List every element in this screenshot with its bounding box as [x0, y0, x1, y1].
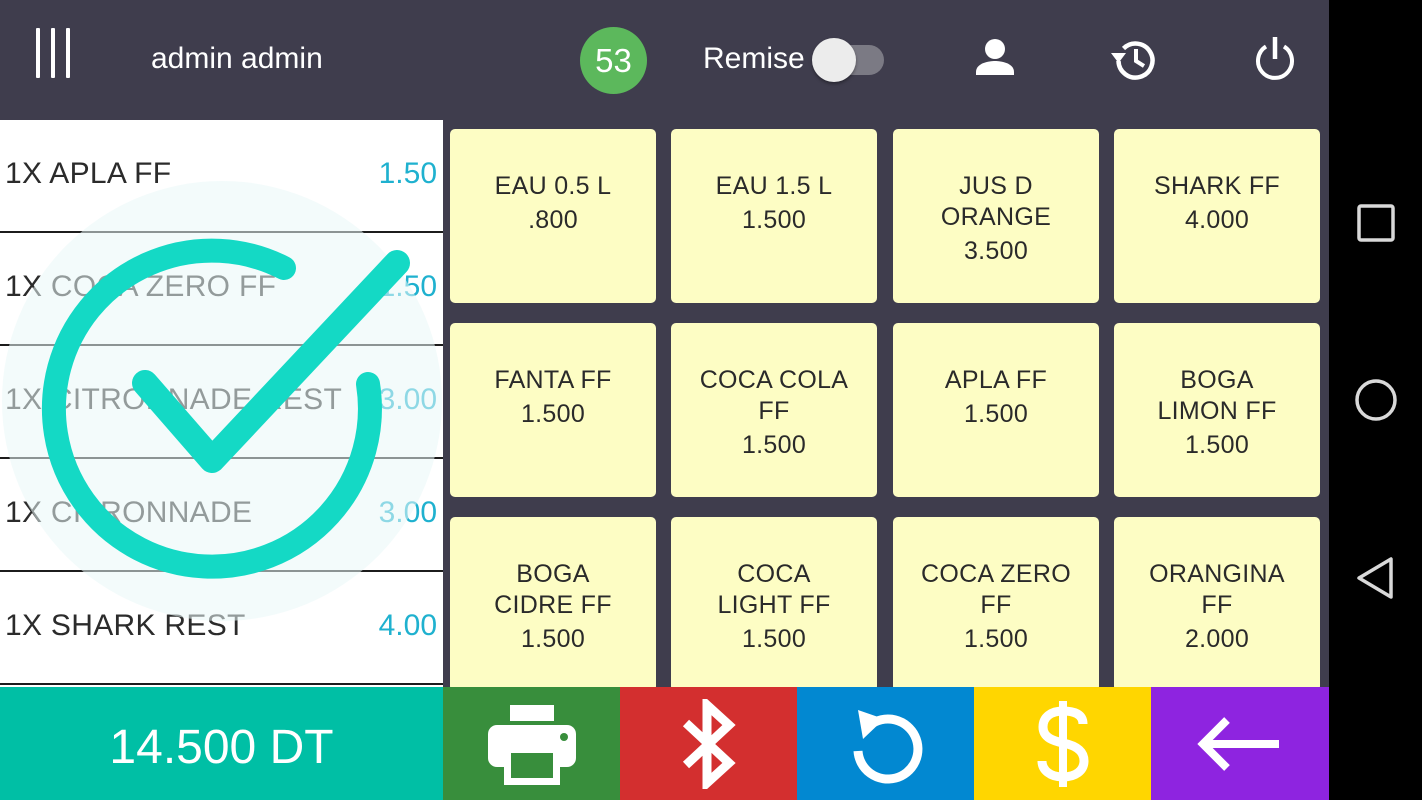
print-button[interactable] [443, 687, 620, 800]
product-name: COCA COLA FF [699, 366, 849, 425]
order-list: 1X APLA FF 1.50 1X COCA ZERO FF 1.50 1X … [0, 120, 443, 687]
product-price: 1.500 [520, 625, 586, 653]
arrow-left-icon [1197, 716, 1279, 771]
recents-button[interactable] [1351, 198, 1401, 248]
product-name: ORANGINA FF [1149, 560, 1285, 619]
power-icon [1256, 37, 1294, 80]
user-name: admin admin [151, 42, 323, 75]
refresh-button[interactable] [797, 687, 974, 800]
dollar-icon [1037, 700, 1089, 787]
history-icon [1111, 41, 1155, 80]
product-price: 1.500 [741, 625, 807, 653]
order-item-label: 1X APLA FF [5, 157, 172, 190]
pay-button[interactable] [974, 687, 1151, 800]
total-bar: 14.500 DT [0, 687, 443, 800]
product-tile[interactable]: EAU 1.5 L 1.500 [671, 129, 877, 303]
back-action-button[interactable] [1151, 687, 1329, 800]
printer-icon [487, 704, 576, 785]
total-amount: 14.500 DT [109, 721, 334, 774]
order-item[interactable]: 1X CITRONNADE REST 3.00 [0, 346, 443, 459]
product-price: 1.500 [741, 431, 807, 459]
remise-label: Remise [703, 42, 805, 75]
recents-icon [1357, 204, 1395, 242]
product-price: 1.500 [963, 625, 1029, 653]
product-tile[interactable]: SHARK FF 4.000 [1114, 129, 1320, 303]
product-name: EAU 1.5 L [715, 172, 833, 200]
pos-app: admin admin 53 Remise 1X APLA FF 1.50 1X… [0, 0, 1329, 800]
order-item-label: 1X COCA ZERO FF [5, 270, 277, 303]
product-price: 1.500 [741, 206, 807, 234]
product-tile[interactable]: ORANGINA FF 2.000 [1114, 517, 1320, 687]
profile-button[interactable] [965, 30, 1025, 90]
product-grid: EAU 0.5 L .800 EAU 1.5 L 1.500 JUS D ORA… [443, 120, 1329, 687]
product-name: APLA FF [944, 366, 1048, 394]
product-name: SHARK FF [1153, 172, 1281, 200]
product-tile[interactable]: EAU 0.5 L .800 [450, 129, 656, 303]
toggle-knob [812, 38, 856, 82]
product-price: 1.500 [963, 400, 1029, 428]
order-item-price: 3.00 [378, 496, 437, 529]
product-tile[interactable]: JUS D ORANGE 3.500 [893, 129, 1099, 303]
product-price: 4.000 [1184, 206, 1250, 234]
order-item-price: 3.00 [378, 383, 437, 416]
product-price: 1.500 [1184, 431, 1250, 459]
order-item-label: 1X SHARK REST [5, 609, 246, 642]
home-button[interactable] [1351, 375, 1401, 425]
top-bar: admin admin 53 Remise [0, 0, 1329, 120]
product-tile[interactable]: BOGA CIDRE FF 1.500 [450, 517, 656, 687]
bluetooth-icon [682, 698, 736, 789]
product-name: JUS D ORANGE [940, 172, 1052, 231]
person-icon [976, 39, 1014, 75]
power-button[interactable] [1245, 30, 1305, 90]
order-item-label: 1X CITRONNADE [5, 496, 253, 529]
system-back-button[interactable] [1351, 553, 1401, 603]
system-nav-bar [1329, 0, 1422, 800]
remise-toggle[interactable] [812, 37, 884, 83]
order-item[interactable]: 1X COCA ZERO FF 1.50 [0, 233, 443, 346]
product-name: BOGA CIDRE FF [494, 560, 612, 619]
product-tile[interactable]: BOGA LIMON FF 1.500 [1114, 323, 1320, 497]
product-tile[interactable]: FANTA FF 1.500 [450, 323, 656, 497]
order-item-price: 1.50 [378, 157, 437, 190]
order-count-badge: 53 [580, 27, 647, 94]
menu-button[interactable] [34, 28, 74, 80]
product-name: COCA ZERO FF [921, 560, 1071, 619]
product-price: 1.500 [520, 400, 586, 428]
product-name: COCA LIGHT FF [717, 560, 831, 619]
order-item-label: 1X CITRONNADE REST [5, 383, 343, 416]
product-tile[interactable]: COCA LIGHT FF 1.500 [671, 517, 877, 687]
product-price: 2.000 [1184, 625, 1250, 653]
home-icon [1355, 379, 1397, 421]
bluetooth-button[interactable] [620, 687, 797, 800]
product-tile[interactable]: COCA COLA FF 1.500 [671, 323, 877, 497]
order-item[interactable]: 1X CITRONNADE 3.00 [0, 459, 443, 572]
product-name: BOGA LIMON FF [1157, 366, 1277, 425]
product-price: .800 [528, 206, 578, 234]
back-icon [1357, 557, 1393, 599]
product-name: EAU 0.5 L [494, 172, 612, 200]
product-tile[interactable]: APLA FF 1.500 [893, 323, 1099, 497]
order-item-price: 1.50 [378, 270, 437, 303]
product-tile[interactable]: COCA ZERO FF 1.500 [893, 517, 1099, 687]
order-item-price: 4.00 [378, 609, 437, 642]
order-item[interactable]: 1X SHARK REST 4.00 [0, 572, 443, 685]
product-name: FANTA FF [494, 366, 612, 394]
history-button[interactable] [1105, 30, 1165, 90]
refresh-icon [853, 709, 922, 784]
order-item[interactable]: 1X APLA FF 1.50 [0, 120, 443, 233]
product-price: 3.500 [963, 237, 1029, 265]
